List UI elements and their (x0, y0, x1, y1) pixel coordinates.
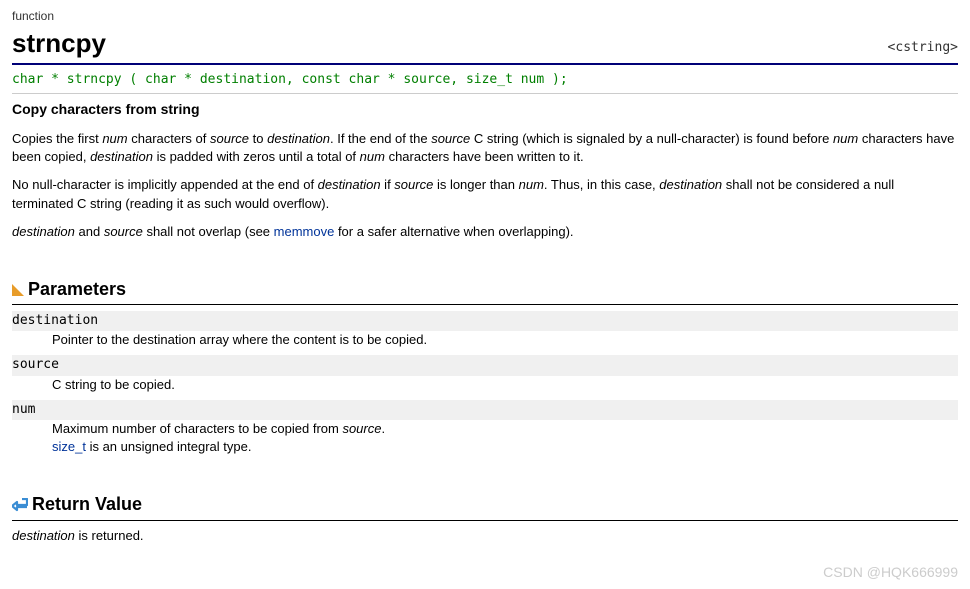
parameters-section: Parameters destination Pointer to the de… (12, 277, 958, 457)
text: to (249, 131, 267, 146)
text: is an unsigned integral type. (86, 439, 252, 454)
parameter-list: destination Pointer to the destination a… (12, 311, 958, 456)
section-title: Return Value (32, 492, 142, 517)
param-term: source (12, 355, 958, 375)
watermark: CSDN @HQK666999 (823, 563, 958, 583)
param-ref: destination (318, 177, 381, 192)
description-paragraph-3: destination and source shall not overlap… (12, 223, 958, 241)
section-title: Parameters (28, 277, 126, 302)
param-ref: source (394, 177, 433, 192)
section-heading-row: Parameters (12, 277, 958, 305)
header-include: <cstring> (888, 39, 958, 61)
text: . If the end of the (330, 131, 431, 146)
param-ref: destination (12, 528, 75, 543)
text: for a safer alternative when overlapping… (334, 224, 573, 239)
param-term: num (12, 400, 958, 420)
param-ref: num (102, 131, 127, 146)
category-label: function (12, 8, 958, 25)
param-ref: destination (12, 224, 75, 239)
return-arrow-icon (12, 498, 28, 512)
text: is padded with zeros until a total of (153, 149, 360, 164)
text: . (381, 421, 385, 436)
section-heading-row: Return Value (12, 492, 958, 520)
param-ref: destination (267, 131, 330, 146)
text: is longer than (433, 177, 518, 192)
param-ref: source (342, 421, 381, 436)
text: is returned. (75, 528, 144, 543)
text: characters have been written to it. (385, 149, 584, 164)
description-paragraph-2: No null-character is implicitly appended… (12, 176, 958, 212)
brief-description: Copy characters from string (12, 100, 958, 120)
param-ref: source (210, 131, 249, 146)
text: Maximum number of characters to be copie… (52, 421, 342, 436)
param-definition: Pointer to the destination array where t… (52, 331, 958, 349)
text: No null-character is implicitly appended… (12, 177, 318, 192)
return-value-section: Return Value destination is returned. (12, 492, 958, 544)
param-ref: source (431, 131, 470, 146)
triangle-icon (12, 284, 24, 296)
text: if (381, 177, 395, 192)
description-paragraph-1: Copies the first num characters of sourc… (12, 130, 958, 166)
text: C string (which is signaled by a null-ch… (470, 131, 833, 146)
return-description: destination is returned. (12, 527, 958, 545)
memmove-link[interactable]: memmove (274, 224, 335, 239)
text: . Thus, in this case, (544, 177, 659, 192)
param-ref: num (360, 149, 385, 164)
page-title: strncpy (12, 25, 106, 61)
size_t-link[interactable]: size_t (52, 439, 86, 454)
text: shall not overlap (see (143, 224, 274, 239)
param-ref: destination (90, 149, 153, 164)
param-ref: source (104, 224, 143, 239)
function-signature: char * strncpy ( char * destination, con… (12, 69, 958, 94)
header-row: strncpy <cstring> (12, 25, 958, 65)
param-ref: destination (659, 177, 722, 192)
param-definition: C string to be copied. (52, 376, 958, 394)
param-term: destination (12, 311, 958, 331)
param-ref: num (833, 131, 858, 146)
param-ref: num (519, 177, 544, 192)
text: and (75, 224, 104, 239)
text: Copies the first (12, 131, 102, 146)
param-definition: Maximum number of characters to be copie… (52, 420, 958, 456)
text: characters of (128, 131, 210, 146)
